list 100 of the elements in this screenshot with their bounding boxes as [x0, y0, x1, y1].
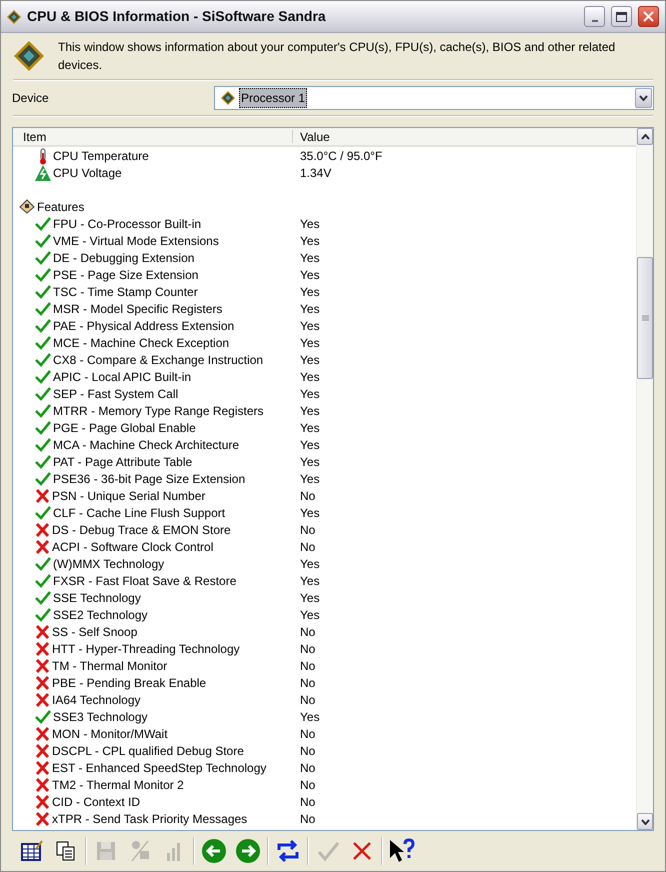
- help-pointer-icon: [388, 838, 416, 864]
- item-text: SSE Technology: [53, 590, 141, 606]
- value-text: Yes: [300, 368, 320, 386]
- item-text: TM - Thermal Monitor: [52, 658, 168, 674]
- item-text: PSE36 - 36-bit Page Size Extension: [53, 470, 246, 488]
- item-text: PGE - Page Global Enable: [53, 420, 196, 436]
- item-text: SEP - Fast System Call: [53, 386, 178, 402]
- value-text: No: [300, 674, 316, 692]
- item-text: MSR - Model Specific Registers: [53, 300, 222, 318]
- caret-icon: [640, 818, 650, 824]
- value-text: Yes: [300, 590, 320, 606]
- value-text: Yes: [300, 572, 320, 590]
- value-text: Yes: [300, 284, 320, 300]
- minimize-icon: [592, 20, 598, 22]
- value-text: Yes: [300, 334, 320, 352]
- item-text: (W)MMX Technology: [53, 556, 164, 572]
- value-text: 35.0°C / 95.0°F: [300, 148, 382, 164]
- item-text: CPU Temperature: [53, 148, 149, 164]
- value-text: No: [300, 794, 316, 810]
- value-text: Yes: [300, 318, 320, 334]
- item-text: DSCPL - CPL qualified Debug Store: [52, 742, 244, 760]
- value-text: Yes: [300, 606, 320, 624]
- scroll-down-button[interactable]: [637, 813, 653, 830]
- value-text: Yes: [300, 266, 320, 284]
- value-text: Yes: [300, 250, 320, 266]
- value-text: No: [300, 742, 316, 760]
- value-text: Yes: [300, 232, 320, 250]
- item-text: CPU Voltage: [53, 164, 122, 182]
- value-text: No: [300, 658, 316, 674]
- item-text: VME - Virtual Mode Extensions: [53, 232, 219, 250]
- value-text: No: [300, 640, 316, 658]
- value-text: No: [300, 810, 316, 828]
- refresh-arrows-icon: [275, 838, 301, 864]
- scrollbar[interactable]: [636, 128, 653, 830]
- caret-icon: [640, 134, 650, 140]
- processor-icon: [221, 91, 235, 105]
- close-icon: [643, 11, 654, 22]
- device-value: Processor 1: [239, 88, 308, 108]
- item-text: MON - Monitor/MWait: [52, 726, 168, 742]
- value-text: Yes: [300, 216, 320, 232]
- scroll-thumb[interactable]: [637, 257, 653, 379]
- item-text: EST - Enhanced SpeedStep Technology: [52, 760, 266, 776]
- window-title: CPU & BIOS Information - SiSoftware Sandra: [27, 7, 327, 26]
- grip-icon: [642, 314, 648, 322]
- item-text: MTRR - Memory Type Range Registers: [53, 402, 264, 420]
- value-text: Yes: [300, 708, 320, 726]
- dropdown-arrow-button[interactable]: [635, 88, 652, 108]
- value-text: Yes: [300, 352, 320, 368]
- item-text: MCE - Machine Check Exception: [53, 334, 230, 352]
- maximize-icon: [616, 12, 627, 22]
- check-icon: [316, 839, 340, 863]
- item-text: TSC - Time Stamp Counter: [53, 284, 198, 300]
- device-label: Device: [12, 90, 50, 107]
- value-text: No: [300, 776, 316, 794]
- item-text: PAE - Physical Address Extension: [53, 318, 234, 334]
- value-text: Yes: [300, 300, 320, 318]
- item-text: TM2 - Thermal Monitor 2: [52, 776, 184, 794]
- item-text: IA64 Technology: [52, 692, 141, 708]
- value-text: Yes: [300, 470, 320, 488]
- item-text: HTT - Hyper-Threading Technology: [52, 640, 240, 658]
- value-text: Yes: [300, 386, 320, 402]
- report-icon: [20, 839, 44, 863]
- value-text: No: [300, 538, 316, 556]
- value-text: No: [300, 726, 316, 742]
- value-text: No: [300, 624, 316, 640]
- item-text: PSN - Unique Serial Number: [52, 488, 206, 504]
- item-text: CLF - Cache Line Flush Support: [53, 504, 226, 522]
- scroll-up-button[interactable]: [637, 128, 653, 145]
- column-header[interactable]: Value: [293, 128, 636, 145]
- processor-icon: [14, 40, 44, 70]
- column-header[interactable]: Item: [13, 130, 293, 143]
- item-text: PAT - Page Attribute Table: [53, 454, 192, 470]
- description-text: This window shows information about your computer's CPU(s), FPU(s), cache(s), BIOS and other related devices.: [58, 38, 616, 74]
- item-text: DS - Debug Trace & EMON Store: [52, 522, 231, 538]
- item-text: SSE3 Technology: [53, 708, 148, 726]
- value-text: Yes: [300, 420, 320, 436]
- item-text: DE - Debugging Extension: [53, 250, 194, 266]
- item-text: CID - Context ID: [52, 794, 140, 810]
- item-text: CX8 - Compare & Exchange Instruction: [53, 352, 264, 368]
- features-icon: [19, 199, 35, 214]
- item-text: FXSR - Fast Float Save & Restore: [53, 572, 236, 590]
- value-text: No: [300, 522, 316, 538]
- value-text: No: [300, 760, 316, 776]
- value-text: Yes: [300, 436, 320, 454]
- minimize-button[interactable]: [584, 6, 605, 27]
- value-text: Yes: [300, 454, 320, 470]
- item-text: SSE2 Technology: [53, 606, 148, 624]
- value-text: Yes: [300, 402, 320, 420]
- item-text: PBE - Pending Break Enable: [52, 674, 206, 692]
- voltage-icon: [35, 164, 51, 180]
- close-button[interactable]: [638, 6, 659, 27]
- section-heading: Features: [37, 198, 84, 216]
- value-text: No: [300, 488, 316, 504]
- value-text: Yes: [300, 556, 320, 572]
- value-text: No: [300, 692, 316, 708]
- device-dropdown[interactable]: Processor 1: [214, 86, 654, 110]
- caret-icon: [639, 95, 648, 101]
- item-text: xTPR - Send Task Priority Messages: [52, 810, 248, 828]
- maximize-button[interactable]: [611, 6, 632, 27]
- item-text: APIC - Local APIC Built-in: [53, 368, 192, 386]
